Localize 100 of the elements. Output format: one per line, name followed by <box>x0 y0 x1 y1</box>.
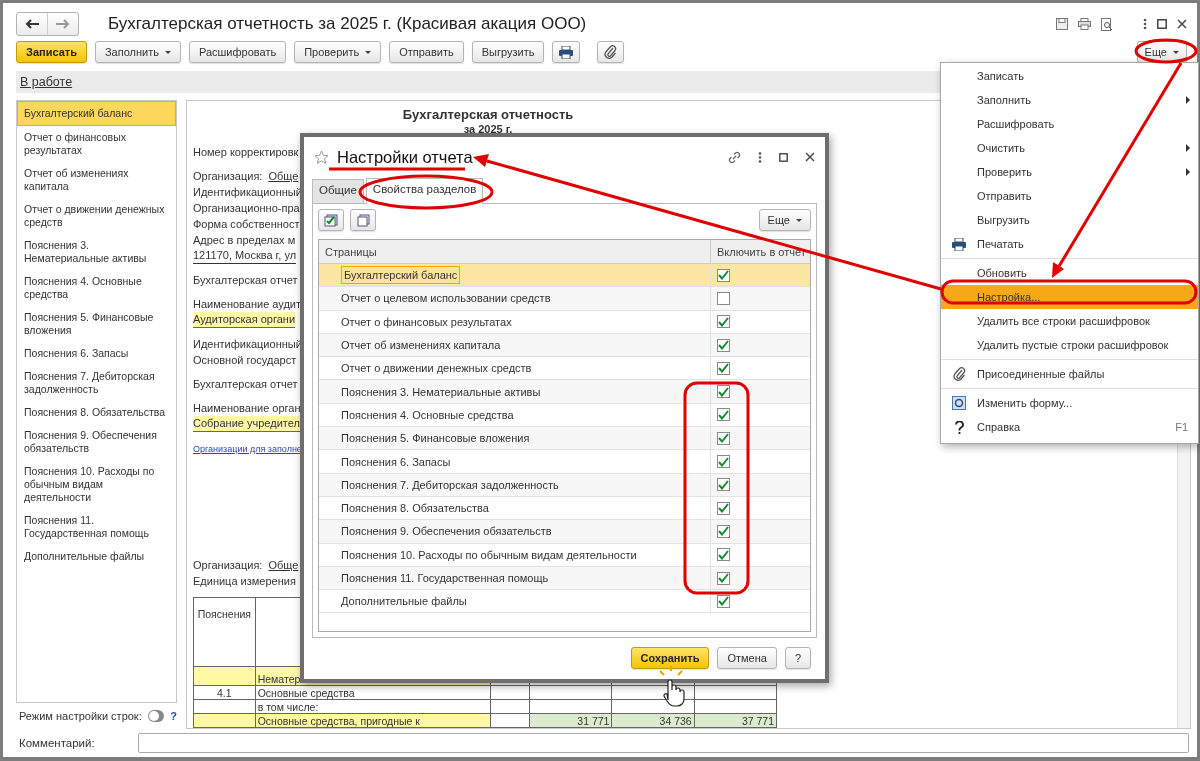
sidebar-item[interactable]: Отчет о движении денежных средств <box>17 198 176 234</box>
input-field[interactable]: Собрание учредител <box>193 416 300 432</box>
dropdown-button[interactable]: Проверить <box>294 41 382 63</box>
checkbox[interactable] <box>717 291 730 305</box>
code-cell: 4.1 <box>193 685 256 700</box>
comment-field[interactable] <box>138 733 1189 753</box>
checkbox[interactable] <box>717 524 730 538</box>
dropdown-button[interactable]: Заполнить <box>94 41 181 63</box>
tab[interactable]: Общие <box>312 179 364 203</box>
sidebar-item[interactable]: Пояснения 9. Обеспечения обязательств <box>17 424 176 460</box>
preview-icon[interactable] <box>1101 17 1113 31</box>
attach-button[interactable] <box>597 41 625 63</box>
menu-item[interactable]: Обновить <box>941 261 1198 285</box>
menu-item[interactable]: Отправить <box>941 184 1198 208</box>
checkbox[interactable] <box>717 338 730 352</box>
save-button[interactable]: Записать <box>16 41 87 63</box>
toolbar-button[interactable]: Отправить <box>389 41 464 63</box>
tab[interactable]: Свойства разделов <box>365 178 484 204</box>
sidebar-item[interactable]: Пояснения 5. Финансовые вложения <box>17 306 176 342</box>
more-icon[interactable] <box>1143 18 1147 30</box>
table-row[interactable]: Бухгалтерский баланс <box>319 264 810 288</box>
more-button[interactable]: Еще <box>758 209 811 231</box>
help-link[interactable]: ? <box>170 710 177 722</box>
field-label: Организация: <box>193 559 263 571</box>
menu-item[interactable]: Заполнить <box>941 88 1198 112</box>
sidebar-item[interactable]: Бухгалтерский баланс <box>17 101 176 126</box>
sidebar-item[interactable]: Отчет об изменениях капитала <box>17 162 176 198</box>
page-name: Пояснения 9. Обеспечения обязательств <box>341 525 552 538</box>
status-link[interactable]: В работе <box>20 75 73 89</box>
menu-item[interactable]: Очистить <box>941 136 1198 160</box>
table-row[interactable]: Пояснения 5. Финансовые вложения <box>319 427 810 451</box>
checkbox[interactable] <box>717 268 730 282</box>
checkbox[interactable] <box>717 361 730 375</box>
table-row[interactable]: Дополнительные файлы <box>319 590 810 614</box>
sidebar-item[interactable]: Пояснения 6. Запасы <box>17 342 176 365</box>
menu-item[interactable]: Изменить форму... <box>941 391 1198 415</box>
toolbar-button[interactable]: Расшифровать <box>188 41 287 63</box>
check-all-button[interactable] <box>318 209 344 231</box>
organization-field[interactable]: Обще <box>268 170 299 182</box>
checkbox[interactable] <box>717 408 730 422</box>
document-text: Номер корректировк <box>193 145 297 160</box>
dialog-button[interactable]: ? <box>784 647 811 669</box>
checked-box-icon <box>324 213 338 227</box>
sidebar-item[interactable]: Пояснения 3. Нематериальные активы <box>17 234 176 270</box>
menu-item[interactable]: Справка F1 <box>941 415 1198 439</box>
table-row[interactable]: Отчет о финансовых результатах <box>319 310 810 334</box>
menu-item[interactable]: Присоединенные файлы <box>941 362 1198 386</box>
more-icon[interactable] <box>758 151 762 163</box>
shortcut-text: F1 <box>1175 421 1188 433</box>
maximize-icon[interactable] <box>779 152 788 162</box>
table-row[interactable]: Отчет об изменениях капитала <box>319 333 810 358</box>
sidebar-item[interactable]: Пояснения 4. Основные средства <box>17 270 176 306</box>
sidebar-item[interactable]: Пояснения 7. Дебиторская задолженность <box>17 365 176 401</box>
menu-item[interactable]: Расшифровать <box>941 112 1198 136</box>
sidebar-item[interactable]: Дополнительные файлы <box>17 545 176 568</box>
checkbox[interactable] <box>717 571 730 585</box>
dialog-button[interactable]: Отмена <box>717 647 777 669</box>
menu-item[interactable]: Выгрузить <box>941 208 1198 232</box>
form-settings-icon <box>952 396 966 410</box>
sidebar-item[interactable]: Пояснения 8. Обязательства <box>17 401 176 424</box>
sidebar-item[interactable]: Отчет о финансовых результатах <box>17 126 176 162</box>
organization-field[interactable]: Обще <box>268 559 299 571</box>
table-row[interactable]: Пояснения 3. Нематериальные активы <box>319 380 810 404</box>
star-icon[interactable] <box>314 149 329 165</box>
menu-item[interactable]: Настройка... <box>941 285 1198 309</box>
menu-item[interactable]: Печатать <box>941 232 1198 256</box>
print-button[interactable] <box>552 41 581 63</box>
page-name: Пояснения 4. Основные средства <box>341 408 514 421</box>
checkbox[interactable] <box>717 385 730 399</box>
table-row[interactable]: Пояснения 9. Обеспечения обязательств <box>319 520 810 544</box>
checkbox[interactable] <box>717 431 730 445</box>
printer-icon[interactable] <box>1078 18 1091 30</box>
sidebar-item[interactable]: Пояснения 11. Государственная помощь <box>17 509 176 545</box>
toolbar-button[interactable]: Выгрузить <box>471 41 545 63</box>
checkbox[interactable] <box>717 478 730 492</box>
menu-item[interactable]: Записать <box>941 64 1198 88</box>
checkbox[interactable] <box>717 315 730 329</box>
close-icon[interactable] <box>1177 19 1187 29</box>
page-name: Бухгалтерский баланс <box>341 266 461 285</box>
checkbox[interactable] <box>717 455 730 468</box>
menu-item[interactable]: Удалить все строки расшифровок <box>941 309 1198 333</box>
table-row[interactable]: Пояснения 7. Дебиторская задолженность <box>319 473 810 497</box>
link-icon[interactable] <box>728 150 741 164</box>
uncheck-all-button[interactable] <box>350 209 376 231</box>
address-field: 121170, Москва г, ул <box>193 248 297 264</box>
checkbox[interactable] <box>717 501 730 515</box>
menu-item[interactable]: Проверить <box>941 160 1198 184</box>
menu-item[interactable]: Удалить пустые строки расшифровок <box>941 333 1198 357</box>
table-row[interactable]: Пояснения 6. Запасы <box>319 450 810 474</box>
checkbox[interactable] <box>717 548 730 562</box>
close-icon[interactable] <box>805 152 815 162</box>
table-row[interactable]: Пояснения 10. Расходы по обычным видам деятельности <box>319 543 810 567</box>
toggle-switch[interactable] <box>147 710 165 722</box>
save-button[interactable]: Сохранить <box>630 647 710 669</box>
input-field[interactable]: Аудиторская органи <box>193 312 296 328</box>
maximize-icon[interactable] <box>1157 19 1167 29</box>
sidebar-item[interactable]: Пояснения 10. Расходы по обычным видам деятельности <box>17 460 176 509</box>
table-row[interactable]: Отчет о целевом использовании средств <box>319 287 810 311</box>
table-row[interactable]: Пояснения 11. Государственная помощь <box>319 566 810 591</box>
save-icon[interactable] <box>1056 18 1068 30</box>
